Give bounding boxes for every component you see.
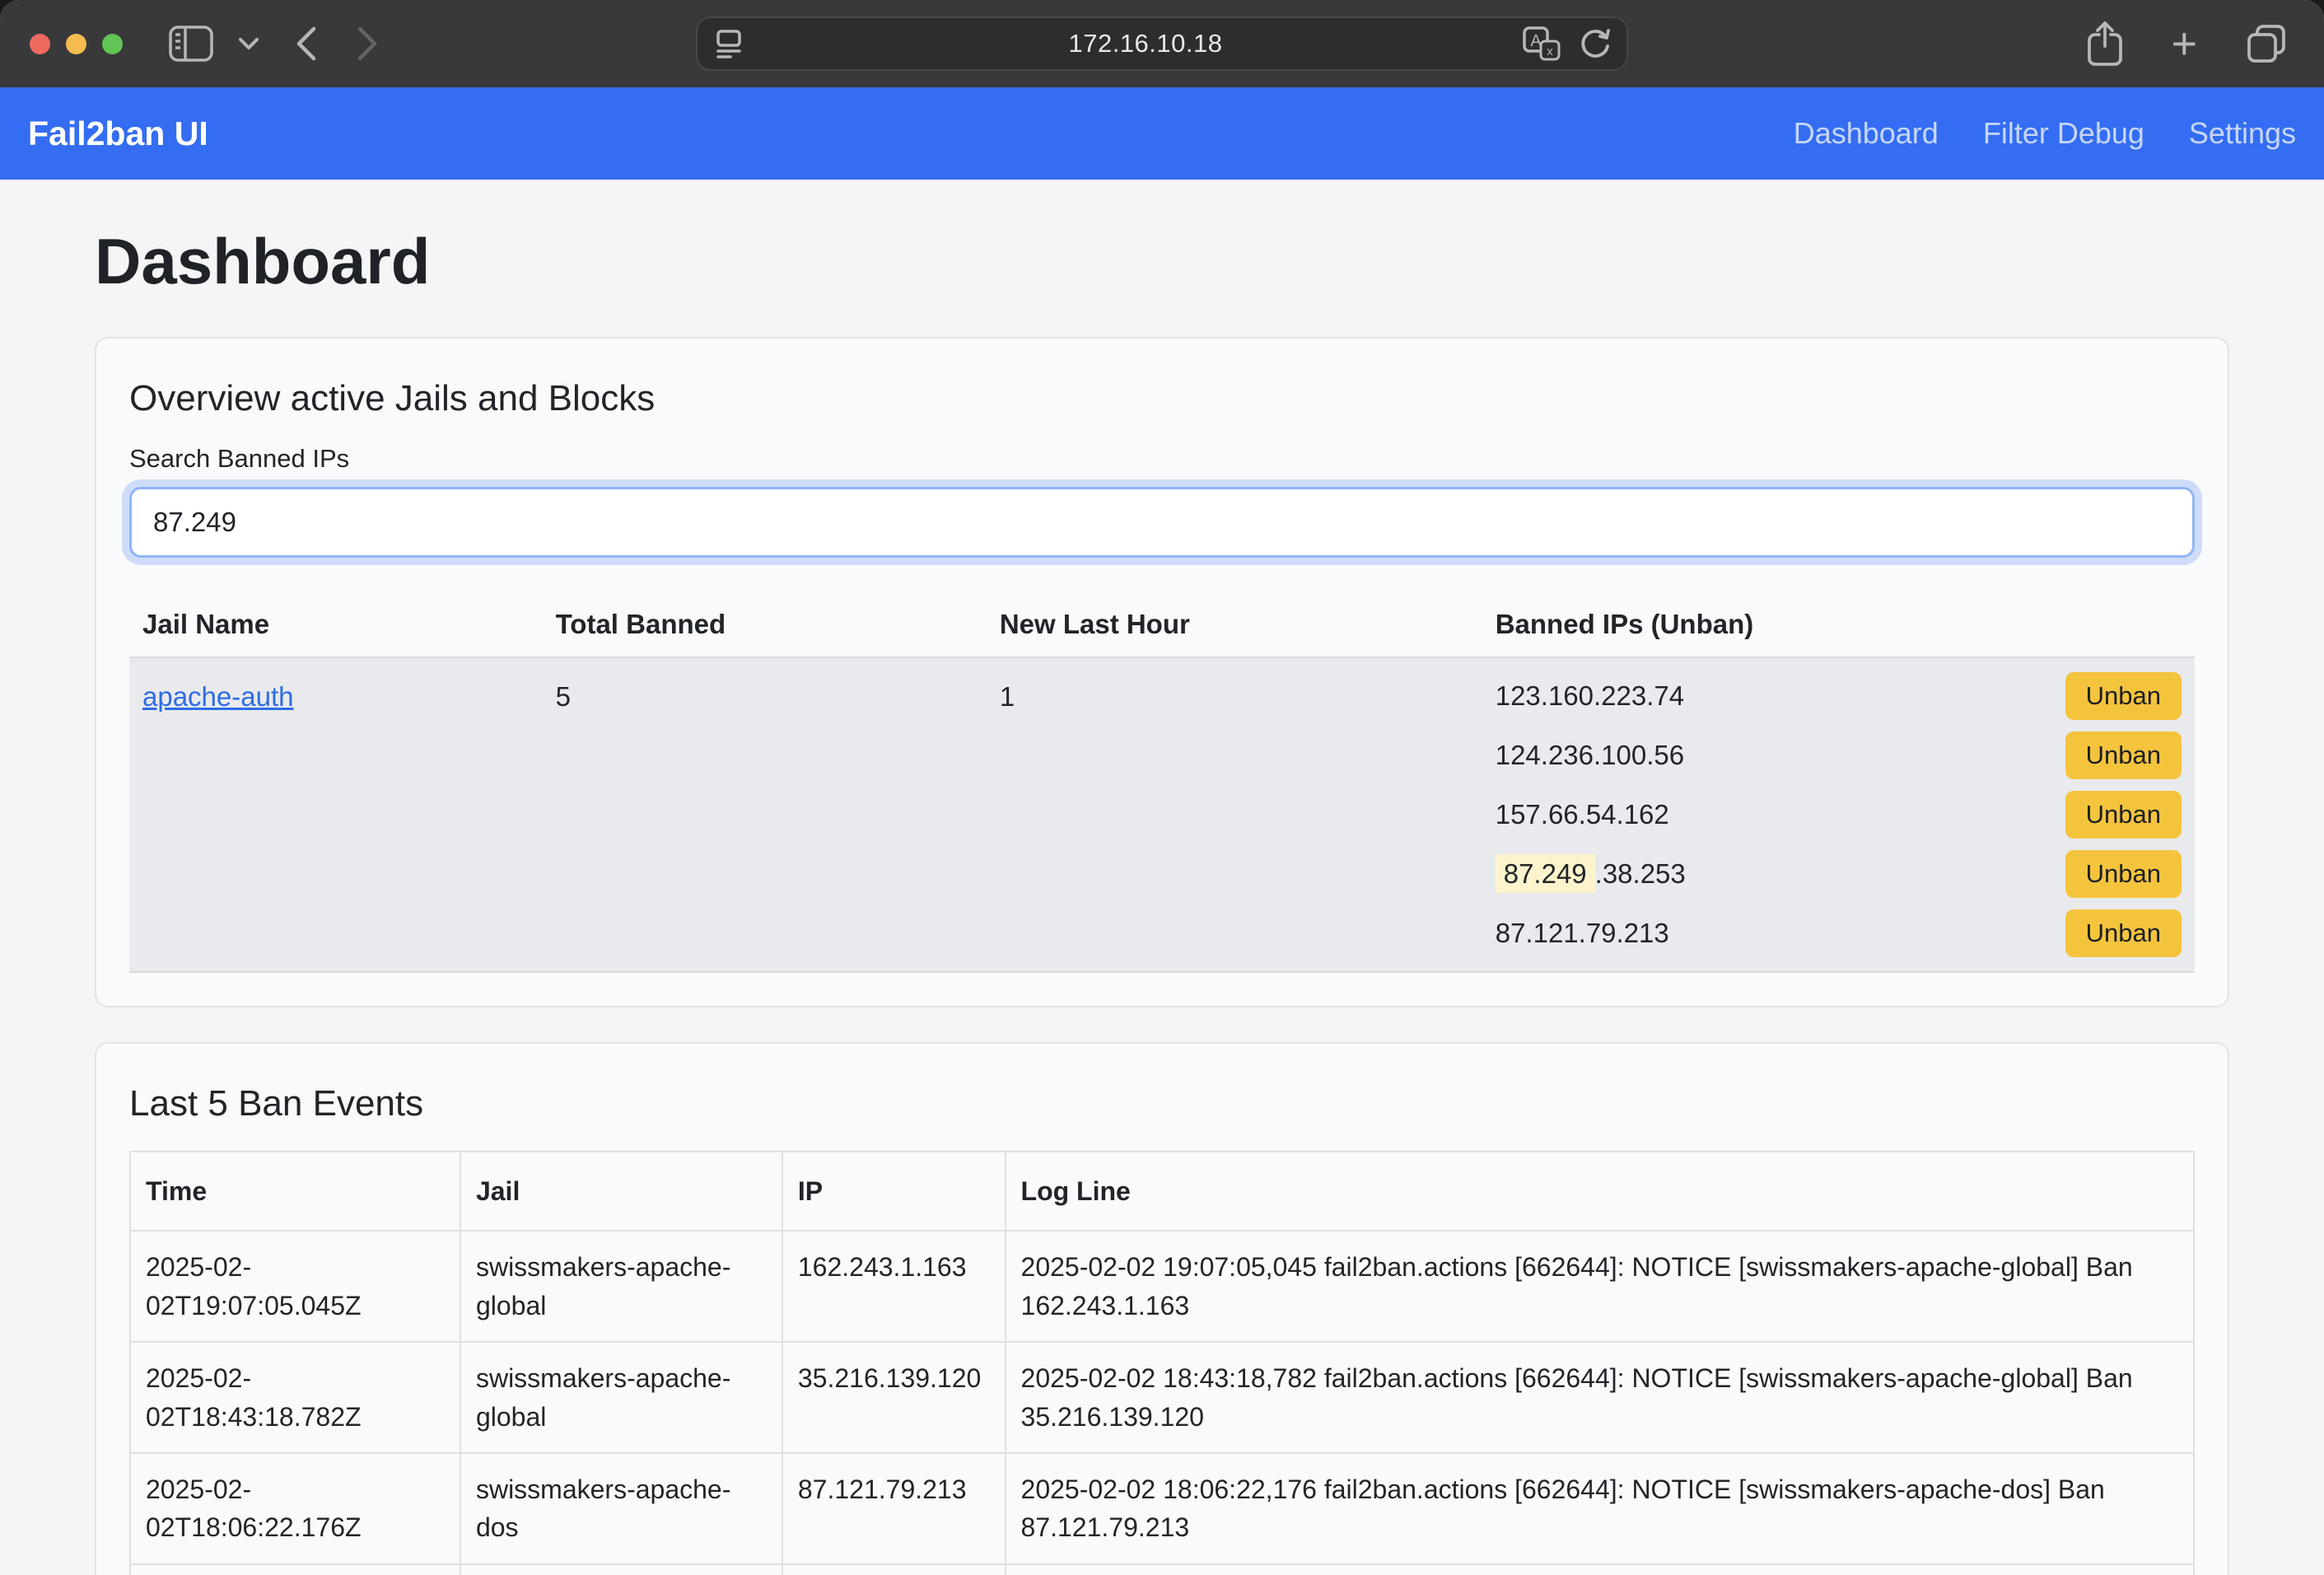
event-time-cell: 2025-02-02T18:06:01.996Z xyxy=(130,1564,460,1575)
banned-ip-list: 123.160.223.74 Unban 124.236.100.56 Unba… xyxy=(1496,666,2182,963)
nav-link-filter-debug[interactable]: Filter Debug xyxy=(1983,116,2144,151)
banned-ip-text: 157.66.54.162 xyxy=(1496,799,1669,830)
jail-row: apache-auth 5 1 123.160.223.74 Unban xyxy=(129,657,2195,972)
banned-ip-row: 157.66.54.162 Unban xyxy=(1496,785,2182,844)
unban-button[interactable]: Unban xyxy=(2065,850,2182,898)
event-row: 2025-02-02T19:07:05.045Z swissmakers-apa… xyxy=(130,1231,2194,1342)
event-ip-cell: 87.121.79.213 xyxy=(782,1564,1006,1575)
event-jail-cell: swissmakers-apache-dos xyxy=(460,1453,782,1564)
events-table: Time Jail IP Log Line 2025-02-02T19:07:0… xyxy=(129,1151,2195,1575)
header-log-line: Log Line xyxy=(1006,1152,2194,1231)
banned-ip-row: 124.236.100.56 Unban xyxy=(1496,726,2182,785)
header-time: Time xyxy=(130,1152,460,1231)
minimize-window-button[interactable] xyxy=(66,34,86,54)
nav-link-settings[interactable]: Settings xyxy=(2189,116,2296,151)
sidebar-toggle-icon[interactable] xyxy=(169,26,213,62)
event-log-cell: 2025-02-02 18:06:22,176 fail2ban.actions… xyxy=(1006,1453,2194,1564)
zoom-window-button[interactable] xyxy=(102,34,123,54)
banned-ip-row: 123.160.223.74 Unban xyxy=(1496,666,2182,726)
back-button[interactable] xyxy=(296,26,317,61)
address-bar[interactable]: 172.16.10.18 A x xyxy=(696,16,1628,71)
header-jail-name: Jail Name xyxy=(129,592,543,657)
unban-button[interactable]: Unban xyxy=(2065,909,2182,957)
page-title: Dashboard xyxy=(95,224,2229,299)
window-actions: + xyxy=(2087,0,2288,87)
banned-ip: 87.249.38.253 xyxy=(1496,858,1686,890)
header-banned-ips: Banned IPs (Unban) xyxy=(1482,592,2195,657)
event-time-cell: 2025-02-02T19:07:05.045Z xyxy=(130,1231,460,1342)
url-text: 172.16.10.18 xyxy=(770,29,1521,58)
share-icon[interactable] xyxy=(2087,21,2123,66)
brand-link[interactable]: Fail2ban UI xyxy=(28,115,208,153)
page-content: Dashboard Overview active Jails and Bloc… xyxy=(0,180,2324,1575)
traffic-lights xyxy=(30,34,123,54)
jail-name-cell: apache-auth xyxy=(129,657,543,972)
jails-table: Jail Name Total Banned New Last Hour Ban… xyxy=(129,592,2195,973)
svg-text:x: x xyxy=(1547,44,1553,58)
browser-window: 172.16.10.18 A x xyxy=(0,0,2324,1575)
plus-icon: + xyxy=(2171,21,2197,66)
new-last-hour-cell: 1 xyxy=(987,657,1482,972)
total-banned-cell: 5 xyxy=(543,657,987,972)
search-match-highlight: 87.249 xyxy=(1496,854,1595,893)
forward-button[interactable] xyxy=(357,26,378,61)
event-time-cell: 2025-02-02T18:06:22.176Z xyxy=(130,1453,460,1564)
event-ip-cell: 35.216.139.120 xyxy=(782,1342,1006,1453)
banned-ip-row: 87.249.38.253 Unban xyxy=(1496,844,2182,904)
event-time-cell: 2025-02-02T18:43:18.782Z xyxy=(130,1342,460,1453)
app-navbar: Fail2ban UI Dashboard Filter Debug Setti… xyxy=(0,87,2324,180)
navigation-controls xyxy=(169,26,378,62)
header-total-banned: Total Banned xyxy=(543,592,987,657)
banned-ip: 87.121.79.213 xyxy=(1496,918,1669,949)
unban-button[interactable]: Unban xyxy=(2065,791,2182,839)
nav-links: Dashboard Filter Debug Settings xyxy=(1794,116,2296,151)
banned-ip-text: 123.160.223.74 xyxy=(1496,680,1684,711)
jail-link[interactable]: apache-auth xyxy=(142,681,293,712)
browser-toolbar: 172.16.10.18 A x xyxy=(0,0,2324,87)
overview-card: Overview active Jails and Blocks Search … xyxy=(95,337,2229,1007)
events-card: Last 5 Ban Events Time Jail IP Log Line xyxy=(95,1042,2229,1575)
event-row: 2025-02-02T18:43:18.782Z swissmakers-apa… xyxy=(130,1342,2194,1453)
unban-button[interactable]: Unban xyxy=(2065,672,2182,720)
event-ip-cell: 87.121.79.213 xyxy=(782,1453,1006,1564)
page-settings-icon[interactable] xyxy=(712,27,745,60)
banned-ip-text: 124.236.100.56 xyxy=(1496,740,1684,770)
header-new-last-hour: New Last Hour xyxy=(987,592,1482,657)
event-ip-cell: 162.243.1.163 xyxy=(782,1231,1006,1342)
event-row: 2025-02-02T18:06:01.996Z apache-auth 87.… xyxy=(130,1564,2194,1575)
event-jail-cell: swissmakers-apache-global xyxy=(460,1342,782,1453)
search-banned-ips-input[interactable] xyxy=(129,487,2195,558)
close-window-button[interactable] xyxy=(30,34,50,54)
new-tab-button[interactable]: + xyxy=(2171,21,2197,66)
overview-card-title: Overview active Jails and Blocks xyxy=(129,378,2195,419)
banned-ip-text: 87.121.79.213 xyxy=(1496,918,1669,948)
event-log-cell: 2025-02-02 18:43:18,782 fail2ban.actions… xyxy=(1006,1342,2194,1453)
events-table-header-row: Time Jail IP Log Line xyxy=(130,1152,2194,1231)
tab-overview-icon[interactable] xyxy=(2245,22,2288,65)
search-banned-ips-label: Search Banned IPs xyxy=(129,444,2195,474)
event-log-cell: 2025-02-02 18:06:01,996 fail2ban.actions… xyxy=(1006,1564,2194,1575)
event-jail-cell: apache-auth xyxy=(460,1564,782,1575)
banned-ip: 157.66.54.162 xyxy=(1496,799,1669,830)
nav-link-dashboard[interactable]: Dashboard xyxy=(1794,116,1939,151)
banned-ip-text: .38.253 xyxy=(1595,858,1686,889)
unban-button[interactable]: Unban xyxy=(2065,731,2182,779)
translate-icon[interactable]: A x xyxy=(1523,26,1561,61)
header-ip: IP xyxy=(782,1152,1006,1231)
event-row: 2025-02-02T18:06:22.176Z swissmakers-apa… xyxy=(130,1453,2194,1564)
events-table-body: 2025-02-02T19:07:05.045Z swissmakers-apa… xyxy=(130,1231,2194,1575)
tab-group-chevron-icon[interactable] xyxy=(238,37,259,50)
banned-ip: 123.160.223.74 xyxy=(1496,680,1684,712)
banned-ip-row: 87.121.79.213 Unban xyxy=(1496,904,2182,963)
banned-ips-cell: 123.160.223.74 Unban 124.236.100.56 Unba… xyxy=(1482,657,2195,972)
banned-ip: 124.236.100.56 xyxy=(1496,740,1684,771)
header-jail: Jail xyxy=(460,1152,782,1231)
jails-table-header-row: Jail Name Total Banned New Last Hour Ban… xyxy=(129,592,2195,657)
reload-icon[interactable] xyxy=(1579,26,1612,61)
events-card-title: Last 5 Ban Events xyxy=(129,1083,2195,1124)
event-log-cell: 2025-02-02 19:07:05,045 fail2ban.actions… xyxy=(1006,1231,2194,1342)
event-jail-cell: swissmakers-apache-global xyxy=(460,1231,782,1342)
